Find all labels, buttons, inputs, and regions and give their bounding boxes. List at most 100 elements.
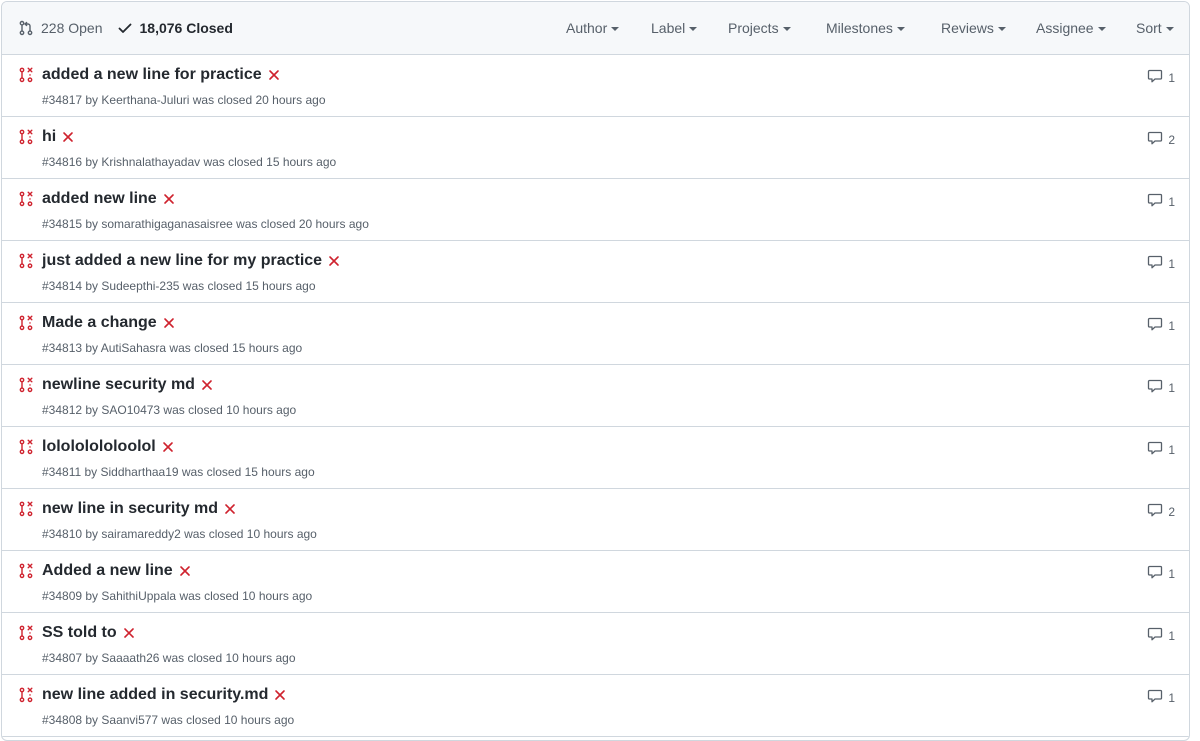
chevron-down-icon xyxy=(997,27,1006,31)
pull-request-row: hi #34816 by Krishnalathayadav was close… xyxy=(2,117,1189,179)
comment-icon xyxy=(1147,440,1168,459)
sort-label: Sort xyxy=(1136,20,1162,36)
x-icon[interactable] xyxy=(274,689,286,701)
pull-request-title-link[interactable]: added a new line for practice xyxy=(42,66,280,84)
x-icon[interactable] xyxy=(62,131,74,143)
sort-dropdown[interactable]: Sort xyxy=(1136,20,1174,36)
pull-request-row: newline security md #34812 by SAO10473 w… xyxy=(2,365,1189,427)
git-pull-request-closed-icon xyxy=(18,439,34,460)
milestones-filter-label: Milestones xyxy=(826,20,893,36)
x-icon[interactable] xyxy=(201,379,213,391)
reviews-filter-label: Reviews xyxy=(941,20,994,36)
pull-request-row: added new line #34815 by somarathigagana… xyxy=(2,179,1189,241)
git-pull-request-closed-icon xyxy=(18,377,34,398)
pull-request-meta: #34815 by somarathigaganasaisree was clo… xyxy=(42,217,369,231)
x-icon[interactable] xyxy=(179,565,191,577)
comments-link[interactable]: 2 xyxy=(1147,130,1175,149)
git-pull-request-closed-icon xyxy=(18,253,34,274)
comments-link[interactable]: 1 xyxy=(1147,254,1175,273)
projects-filter-label: Projects xyxy=(728,20,779,36)
pull-request-meta: #34813 by AutiSahasra was closed 15 hour… xyxy=(42,341,303,355)
author-filter-dropdown[interactable]: Author xyxy=(566,20,620,36)
pull-request-meta: #34816 by Krishnalathayadav was closed 1… xyxy=(42,155,337,169)
comment-icon xyxy=(1147,688,1168,707)
git-pull-request-closed-icon xyxy=(18,129,34,150)
pull-request-row: new line in security md #34810 by sairam… xyxy=(2,489,1189,551)
pull-request-row: Made a change #34813 by AutiSahasra was … xyxy=(2,303,1189,365)
pull-request-title-link[interactable]: added new line xyxy=(42,190,175,208)
pull-request-title: Made a change xyxy=(42,314,157,331)
comment-count: 1 xyxy=(1168,194,1175,209)
comments-link[interactable]: 2 xyxy=(1147,502,1175,521)
chevron-down-icon xyxy=(896,27,905,31)
pull-request-title-link[interactable]: Made a change xyxy=(42,314,175,332)
comments-link[interactable]: 1 xyxy=(1147,564,1175,583)
comment-icon xyxy=(1147,130,1168,149)
comments-link[interactable]: 1 xyxy=(1147,626,1175,645)
comments-link[interactable]: 1 xyxy=(1147,440,1175,459)
comment-count: 1 xyxy=(1168,442,1175,457)
pull-request-title-link[interactable]: Added a new line xyxy=(42,562,191,580)
pull-request-title-link[interactable]: lolololololoolol xyxy=(42,438,174,456)
pull-request-title-link[interactable]: hi xyxy=(42,128,74,146)
pull-request-title-link[interactable]: newline security md xyxy=(42,376,213,394)
pull-request-title: lolololololoolol xyxy=(42,438,156,455)
chevron-down-icon xyxy=(1165,27,1174,31)
pull-request-title-link[interactable]: SS told to xyxy=(42,624,135,642)
pull-request-title: added a new line for practice xyxy=(42,66,262,83)
git-pull-request-closed-icon xyxy=(18,687,34,708)
pull-request-title: SS told to xyxy=(42,624,117,641)
projects-filter-dropdown[interactable]: Projects xyxy=(728,20,791,36)
chevron-down-icon xyxy=(782,27,791,31)
pull-request-title: new line in security md xyxy=(42,500,219,517)
author-filter-label: Author xyxy=(566,20,608,36)
list-header: 228 Open 18,076 Closed Author Label Proj… xyxy=(2,2,1189,55)
comment-icon xyxy=(1147,502,1168,521)
pull-request-title: added new line xyxy=(42,190,157,207)
closed-count-label: 18,076 Closed xyxy=(139,20,233,36)
milestones-filter-dropdown[interactable]: Milestones xyxy=(826,20,905,36)
x-icon[interactable] xyxy=(224,503,236,515)
label-filter-label: Label xyxy=(651,20,686,36)
pull-request-meta: #34812 by SAO10473 was closed 10 hours a… xyxy=(42,403,297,417)
pull-request-meta: #34808 by Saanvi577 was closed 10 hours … xyxy=(42,713,295,727)
comment-icon xyxy=(1147,254,1168,273)
pull-request-title: newline security md xyxy=(42,376,195,393)
pull-request-meta: #34809 by SahithiUppala was closed 10 ho… xyxy=(42,589,313,603)
label-filter-dropdown[interactable]: Label xyxy=(651,20,698,36)
pull-request-row: added a new line for practice #34817 by … xyxy=(2,55,1189,117)
open-filter-link[interactable]: 228 Open xyxy=(18,20,103,36)
chevron-down-icon xyxy=(1097,27,1106,31)
comments-link[interactable]: 1 xyxy=(1147,378,1175,397)
comments-link[interactable]: 1 xyxy=(1147,316,1175,335)
pull-request-title-link[interactable]: just added a new line for my practice xyxy=(42,252,340,270)
chevron-down-icon xyxy=(611,27,620,31)
open-count-label: 228 Open xyxy=(41,20,103,36)
comment-count: 1 xyxy=(1168,318,1175,333)
comments-link[interactable]: 1 xyxy=(1147,688,1175,707)
comments-link[interactable]: 1 xyxy=(1147,192,1175,211)
reviews-filter-dropdown[interactable]: Reviews xyxy=(941,20,1006,36)
comment-count: 1 xyxy=(1168,70,1175,85)
pull-request-meta: #34810 by sairamareddy2 was closed 10 ho… xyxy=(42,527,317,541)
pull-request-title-link[interactable]: new line added in security.md xyxy=(42,686,286,704)
closed-filter-link[interactable]: 18,076 Closed xyxy=(117,20,233,36)
x-icon[interactable] xyxy=(162,441,174,453)
x-icon[interactable] xyxy=(328,255,340,267)
comment-count: 1 xyxy=(1168,628,1175,643)
assignee-filter-dropdown[interactable]: Assignee xyxy=(1036,20,1106,36)
x-icon[interactable] xyxy=(163,317,175,329)
pull-request-title-link[interactable]: new line in security md xyxy=(42,500,236,518)
comments-link[interactable]: 1 xyxy=(1147,68,1175,87)
x-icon[interactable] xyxy=(163,193,175,205)
pull-request-row: SS told to #34807 by Saaaath26 was close… xyxy=(2,613,1189,675)
pull-request-title: new line added in security.md xyxy=(42,686,269,703)
x-icon[interactable] xyxy=(268,69,280,81)
pull-request-row: lolololololoolol #34811 by Siddharthaa19… xyxy=(2,427,1189,489)
pull-request-meta: #34814 by Sudeepthi-235 was closed 15 ho… xyxy=(42,279,316,293)
pull-request-row: new line added in security.md #34808 by … xyxy=(2,675,1189,737)
git-pull-request-closed-icon xyxy=(18,501,34,522)
pull-request-title: hi xyxy=(42,128,57,145)
x-icon[interactable] xyxy=(123,627,135,639)
comment-icon xyxy=(1147,626,1168,645)
